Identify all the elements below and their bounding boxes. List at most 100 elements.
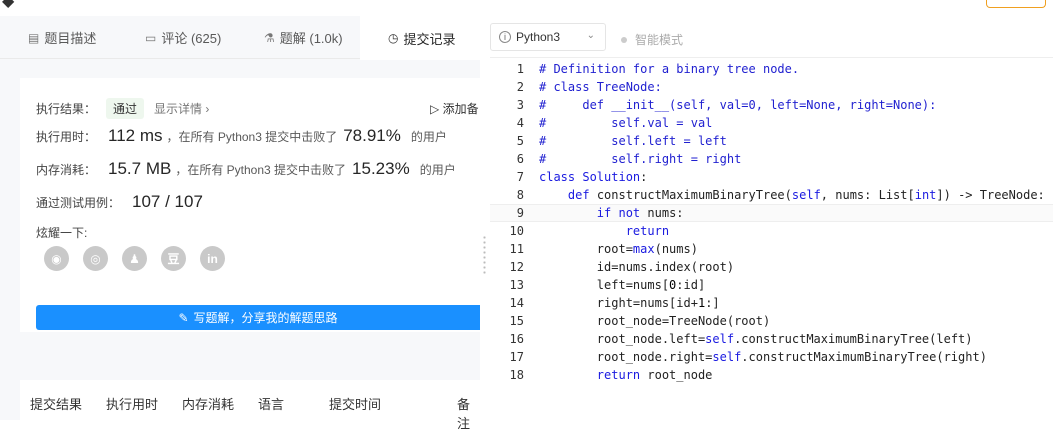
result-row: 执行结果： 通过 显示详情 › (36, 98, 209, 119)
code-text: class Solution: (539, 170, 648, 184)
smart-mode-label: 智能模式 (635, 33, 684, 47)
history-table-header: 提交结果 执行用时 内存消耗 语言 提交时间 备注 (20, 380, 480, 431)
line-number: 7 (516, 170, 524, 184)
dot-icon (621, 36, 627, 43)
code-text: # def __init__(self, val=0, left=None, r… (539, 98, 937, 112)
tab-label: 提交记录 (403, 31, 456, 47)
col-language: 语言 (258, 397, 285, 412)
code-text: # class TreeNode: (539, 80, 662, 94)
tab-label: 题解 (1.0k) (279, 31, 343, 46)
code-text: # self.right = right (539, 152, 742, 166)
code-text: root=max(nums) (539, 242, 698, 256)
col-note: 备注 (457, 397, 471, 431)
code-line[interactable]: 3 # def __init__(self, val=0, left=None, … (490, 96, 1053, 114)
tests-row: 通过测试用例： 107 / 107 (36, 192, 203, 212)
runtime-percent: 78.91% (343, 126, 401, 145)
panel-divider (480, 16, 490, 420)
resize-handle[interactable] (483, 235, 486, 275)
status-badge: 通过 (106, 98, 145, 119)
comment-icon: ▭ (145, 30, 157, 45)
editor-panel: i Python3 ⌄ 智能模式 1 # Definition for a bin… (490, 16, 1053, 420)
code-line[interactable]: 5 # self.left = left (490, 132, 1053, 150)
code-line[interactable]: 12 id=nums.index(root) (490, 258, 1053, 276)
chevron-down-icon: ⌄ (586, 30, 595, 41)
tab-description[interactable]: ▤ 题目描述 (28, 16, 96, 59)
code-line[interactable]: 6 # self.right = right (490, 150, 1053, 168)
show-details-link[interactable]: 显示详情 › (154, 100, 209, 117)
tab-label: 题目描述 (44, 31, 97, 46)
code-line[interactable]: 1 # Definition for a binary tree node. (490, 60, 1053, 78)
code-text: if not nums: (596, 206, 684, 220)
tab-label: 评论 (625) (161, 31, 222, 46)
share-buttons: ◉ ◎ ♟ 豆 in (44, 246, 225, 271)
code-line[interactable]: 15 root_node=TreeNode(root) (490, 312, 1053, 330)
flask-icon: ⚗ (264, 30, 275, 45)
code-line[interactable]: 13 left=nums[0:id] (490, 276, 1053, 294)
code-line[interactable]: 14 right=nums[id+1:] (490, 294, 1053, 312)
pencil-icon: ✎ (178, 310, 189, 325)
line-number: 8 (516, 188, 524, 202)
line-number: 14 (509, 296, 524, 310)
clock-icon: ◷ (388, 31, 399, 45)
wechat-icon[interactable]: ◉ (44, 246, 69, 271)
code-text: right=nums[id+1:] (539, 296, 720, 310)
memory-percent: 15.23% (352, 159, 410, 178)
line-number: 4 (516, 116, 524, 130)
code-line[interactable]: 8 def constructMaximumBinaryTree(self, n… (490, 186, 1053, 204)
memory-value: 15.7 MB (108, 159, 172, 178)
info-icon: i (499, 31, 511, 43)
add-note-label: 添加备 (442, 102, 479, 116)
runtime-row: 执行用时： 112 ms ，在所有 Python3 提交中击败了 78.91% … (36, 126, 447, 146)
header-button[interactable] (986, 0, 1046, 8)
line-number: 18 (509, 368, 524, 382)
code-text: # self.val = val (539, 116, 713, 130)
memory-label: 内存消耗： (36, 163, 97, 177)
tab-comments[interactable]: ▭ 评论 (625) (145, 16, 221, 59)
code-line[interactable]: 18 return root_node (490, 366, 1053, 384)
tab-submissions[interactable]: ◷ 提交记录 (360, 16, 480, 60)
share-label-row: 炫耀一下: (36, 224, 87, 241)
problem-panel: ▤ 题目描述 ▭ 评论 (625) ⚗ 题解 (1.0k) ◷ 提交记录 执行结… (0, 16, 480, 431)
qq-icon[interactable]: ♟ (122, 246, 147, 271)
code-line[interactable]: 7 class Solution: (490, 168, 1053, 186)
col-runtime: 执行用时 (106, 397, 159, 412)
weibo-icon[interactable]: ◎ (83, 246, 108, 271)
play-icon: ▷ (430, 102, 440, 116)
tab-bar: ▤ 题目描述 ▭ 评论 (625) ⚗ 题解 (1.0k) ◷ 提交记录 (0, 16, 480, 60)
share-label: 炫耀一下: (36, 226, 88, 240)
code-text: root_node=TreeNode(root) (539, 314, 771, 328)
code-line[interactable]: 9 if not nums: (490, 204, 1053, 222)
code-text: id=nums.index(root) (539, 260, 735, 274)
result-label: 执行结果： (36, 102, 97, 116)
language-select[interactable]: i Python3 ⌄ (490, 23, 606, 51)
code-line[interactable]: 11 root=max(nums) (490, 240, 1053, 258)
editor-toolbar: i Python3 ⌄ 智能模式 (490, 16, 1053, 58)
memory-row: 内存消耗： 15.7 MB ，在所有 Python3 提交中击败了 15.23%… (36, 159, 456, 179)
code-text: root_node.right=self.constructMaximumBin… (539, 350, 987, 364)
linkedin-icon[interactable]: in (200, 246, 225, 271)
line-number: 12 (509, 260, 524, 274)
code-line[interactable]: 17 root_node.right=self.constructMaximum… (490, 348, 1053, 366)
code-line[interactable]: 16 root_node.left=self.constructMaximumB… (490, 330, 1053, 348)
code-line[interactable]: 10 return (490, 222, 1053, 240)
logo-icon: ◆ (2, 0, 15, 10)
code-line[interactable]: 4 # self.val = val (490, 114, 1053, 132)
line-number: 2 (516, 80, 524, 94)
douban-icon[interactable]: 豆 (161, 246, 186, 271)
language-label: Python3 (516, 30, 561, 44)
col-result: 提交结果 (30, 397, 83, 412)
memory-text: ，在所有 Python3 提交中击败了 (175, 163, 347, 177)
tab-solutions[interactable]: ⚗ 题解 (1.0k) (264, 16, 343, 59)
line-number: 6 (516, 152, 524, 166)
code-line[interactable]: 2 # class TreeNode: (490, 78, 1053, 96)
smart-mode-toggle[interactable]: 智能模式 (621, 31, 683, 48)
write-solution-button[interactable]: ✎ 写题解，分享我的解题思路 (36, 305, 480, 330)
runtime-suffix: 的用户 (410, 130, 447, 144)
description-icon: ▤ (28, 30, 40, 45)
line-number: 13 (509, 278, 524, 292)
line-number: 11 (509, 242, 524, 256)
add-note-button[interactable]: ▷ 添加备 (430, 100, 479, 117)
code-text: left=nums[0:id] (539, 278, 706, 292)
line-number: 5 (516, 134, 524, 148)
code-editor[interactable]: 1 # Definition for a binary tree node. 2 # … (490, 58, 1053, 420)
